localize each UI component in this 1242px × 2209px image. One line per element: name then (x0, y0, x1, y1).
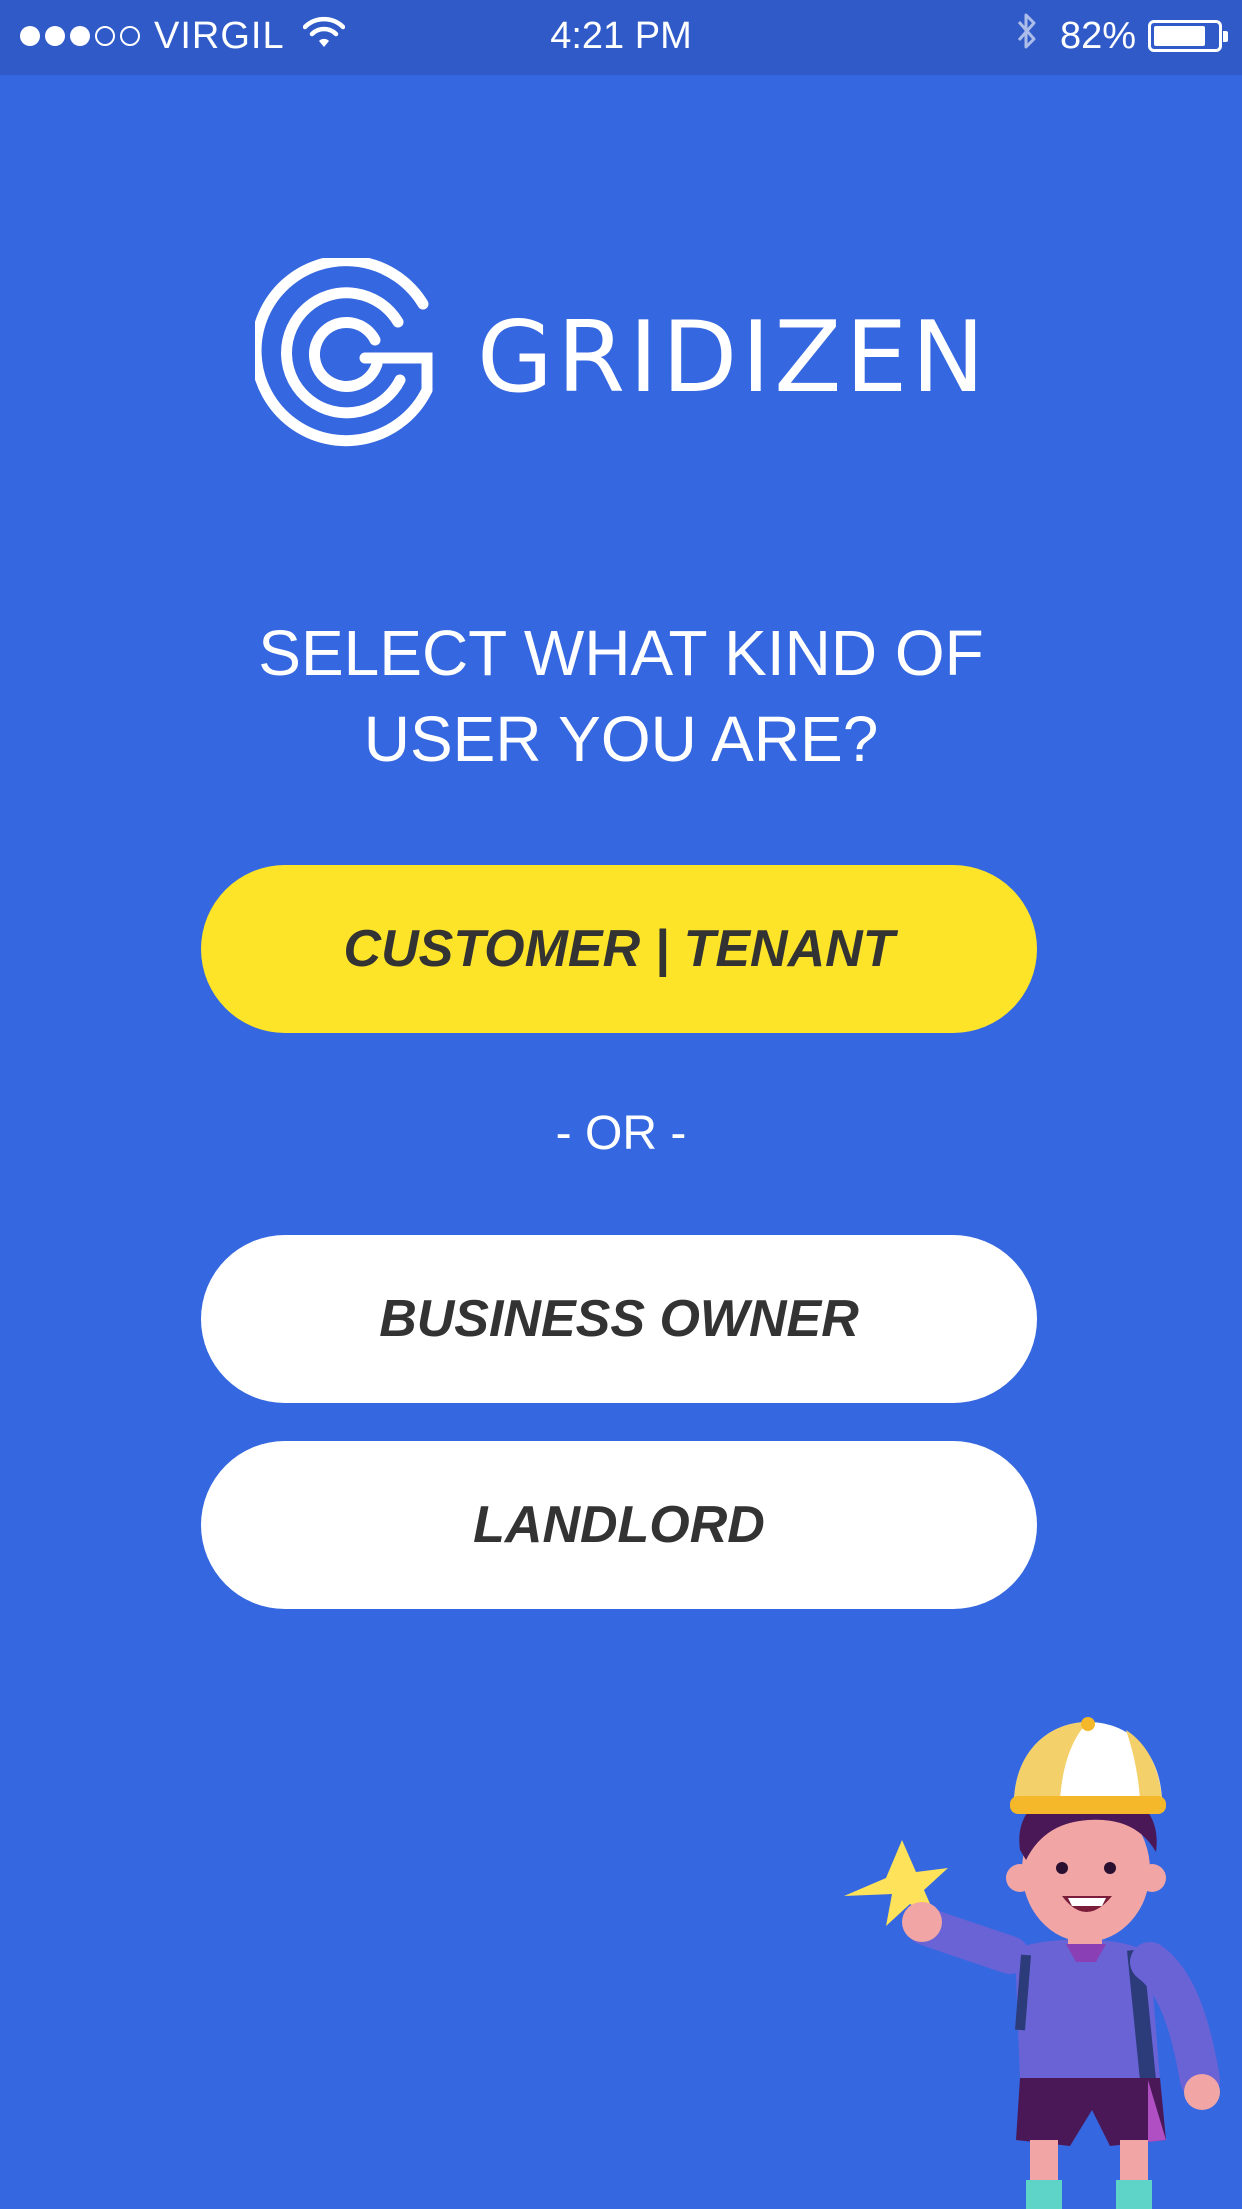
kid-mascot-illustration (844, 1717, 1220, 2209)
battery-percent: 82% (1059, 14, 1136, 57)
battery-fill (1154, 26, 1205, 46)
landlord-button[interactable]: LANDLORD (201, 1441, 1037, 1609)
gridizen-logo: GRIDIZEN (255, 258, 989, 458)
status-right: 82% (1016, 11, 1228, 61)
business-owner-button[interactable]: BUSINESS OWNER (201, 1235, 1037, 1403)
page-title: SELECT WHAT KIND OF USER YOU ARE? (258, 617, 984, 775)
bluetooth-icon (1016, 11, 1038, 61)
or-divider: - OR - (555, 1107, 687, 1160)
battery-icon (1148, 20, 1228, 52)
status-bar: VIRGIL 4:21 PM 82% (0, 0, 1242, 75)
logo-wordmark: GRIDIZEN (477, 301, 989, 415)
customer-tenant-button[interactable]: CUSTOMER | TENANT (201, 865, 1037, 1033)
gridizen-g-logo-icon (255, 258, 433, 447)
